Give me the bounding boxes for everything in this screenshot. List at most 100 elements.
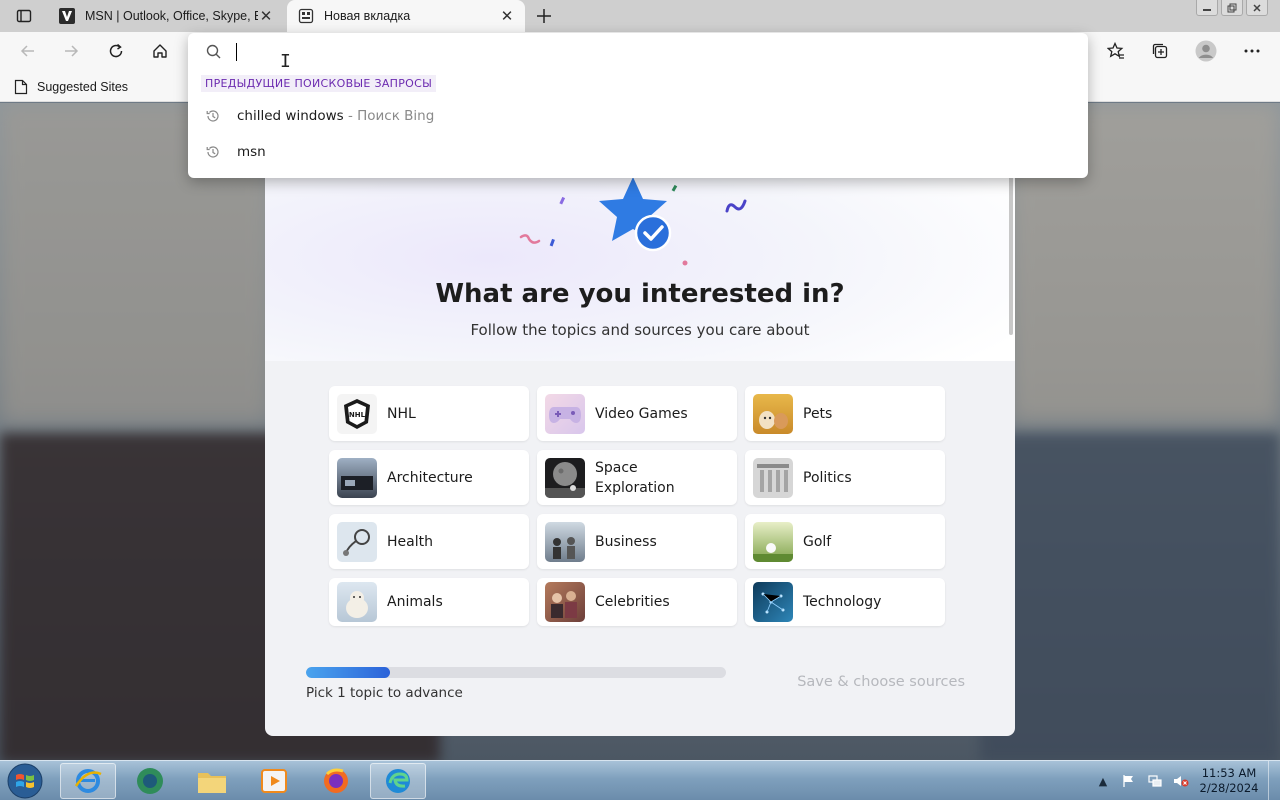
topic-card-animals[interactable]: Animals (329, 578, 529, 626)
topic-label: Space Exploration (595, 459, 675, 496)
golf-photo-icon (753, 521, 793, 562)
show-hidden-icons-chevron-icon[interactable]: ▲ (1095, 773, 1111, 789)
topic-card-business[interactable]: Business (537, 514, 737, 569)
business-photo-icon (545, 521, 585, 562)
media-player-icon (261, 769, 287, 793)
topic-card-golf[interactable]: Golf (745, 514, 945, 569)
text-caret (236, 43, 237, 61)
tab-title: MSN | Outlook, Office, Skype, Bi (85, 9, 258, 23)
dialog-subtitle: Follow the topics and sources you care a… (470, 321, 810, 339)
home-button[interactable] (146, 38, 174, 64)
taskbar-media-player[interactable] (246, 763, 302, 799)
suggestion-row[interactable]: msn (188, 135, 1088, 169)
taskbar-file-explorer[interactable] (184, 763, 240, 799)
close-icon (1253, 3, 1261, 12)
start-button[interactable] (3, 762, 47, 800)
topic-label: Architecture (387, 469, 473, 486)
suggestion-hint: - Поиск Bing (343, 108, 435, 124)
restore-button[interactable] (1221, 0, 1243, 16)
taskbar-internet-explorer[interactable] (60, 763, 116, 799)
minimize-button[interactable] (1196, 0, 1218, 16)
network-icon[interactable] (1147, 773, 1163, 789)
new-tab-button[interactable] (532, 4, 556, 28)
suggestion-row[interactable]: chilled windows - Поиск Bing (188, 99, 1088, 133)
topic-card-space-exploration[interactable]: Space Exploration (537, 450, 737, 505)
tab-title: Новая вкладка (324, 9, 411, 23)
dialog-scrollbar[interactable] (1009, 175, 1013, 335)
topic-card-celebrities[interactable]: Celebrities (537, 578, 737, 626)
topic-card-technology[interactable]: Technology (745, 578, 945, 626)
file-explorer-icon (198, 773, 226, 793)
media-center-icon (137, 768, 163, 794)
close-window-button[interactable] (1246, 0, 1268, 16)
avatar-icon (1195, 40, 1217, 62)
topic-label: Business (595, 533, 657, 550)
refresh-button[interactable] (102, 38, 130, 64)
technology-photo-icon (753, 582, 793, 622)
clock-time: 11:53 AM (1201, 766, 1257, 780)
svg-text:NHL: NHL (349, 411, 366, 419)
favorite-label: Suggested Sites (37, 80, 129, 94)
address-bar-dropdown: I ПРЕДЫДУЩИЕ ПОИСКОВЫЕ ЗАПРОСЫ chilled w… (188, 33, 1088, 178)
collections-button[interactable] (1146, 38, 1174, 64)
taskbar-media-center[interactable] (122, 763, 178, 799)
back-button[interactable] (14, 38, 42, 64)
show-desktop-button[interactable] (1268, 761, 1280, 800)
polar-bear-photo-icon (337, 582, 377, 622)
favorite-suggested-sites[interactable]: Suggested Sites (14, 76, 128, 98)
tab-new-tab[interactable]: Новая вкладка ✕ (287, 0, 525, 32)
topic-label: Technology (803, 594, 882, 610)
favorites-button[interactable] (1102, 38, 1130, 64)
pets-photo-icon (753, 393, 793, 434)
progress-text: Pick 1 topic to advance (306, 685, 463, 701)
topic-card-video-games[interactable]: Video Games (537, 386, 737, 441)
tab-actions-button[interactable] (8, 4, 40, 28)
history-icon (206, 110, 219, 122)
volume-muted-icon[interactable] (1173, 773, 1189, 789)
windows-orb-icon (7, 763, 43, 799)
save-choose-sources-button[interactable]: Save & choose sources (785, 674, 965, 690)
edge-icon (386, 769, 410, 793)
suggestion-text: chilled windows (237, 108, 344, 124)
progress-fill (306, 667, 390, 678)
system-tray: ▲ (1095, 761, 1189, 800)
topic-label: Animals (387, 594, 443, 610)
tab-actions-icon (16, 9, 32, 23)
dialog-title: What are you interested in? (435, 279, 845, 309)
recent-searches-header: ПРЕДЫДУЩИЕ ПОИСКОВЫЕ ЗАПРОСЫ (201, 75, 437, 92)
taskbar-firefox[interactable] (308, 763, 364, 799)
close-icon[interactable]: ✕ (258, 7, 274, 25)
topic-card-nhl[interactable]: NHL NHL (329, 386, 529, 441)
topics-grid: NHL NHL Video Games Pets Architecture Sp… (329, 386, 946, 631)
close-icon[interactable]: ✕ (499, 7, 515, 25)
home-icon (153, 44, 167, 58)
taskbar-clock[interactable]: 11:53 AM 2/28/2024 (1196, 766, 1262, 796)
firefox-icon (324, 768, 348, 793)
action-center-flag-icon[interactable] (1121, 773, 1137, 789)
forward-arrow-icon (65, 45, 79, 57)
back-arrow-icon (20, 45, 34, 57)
topic-card-health[interactable]: Health (329, 514, 529, 569)
architecture-photo-icon (337, 457, 377, 498)
celebrities-photo-icon (545, 582, 585, 622)
politics-photo-icon (753, 457, 793, 498)
tab-msn[interactable]: MSN | Outlook, Office, Skype, Bi ✕ (48, 0, 284, 32)
topic-card-politics[interactable]: Politics (745, 450, 945, 505)
taskbar: ▲ 11:53 AM 2/28/2024 (0, 760, 1280, 800)
profile-button[interactable] (1192, 38, 1220, 64)
confetti-decoration (519, 184, 747, 266)
new-tab-page-icon (297, 7, 315, 25)
taskbar-edge[interactable] (370, 763, 426, 799)
collections-icon (1152, 43, 1168, 59)
topic-card-architecture[interactable]: Architecture (329, 450, 529, 505)
interests-dialog: What are you interested in? Follow the t… (265, 103, 1015, 736)
topic-card-pets[interactable]: Pets (745, 386, 945, 441)
progress-bar (306, 667, 726, 678)
address-input[interactable] (188, 33, 1088, 71)
mouse-ibeam-cursor: I (280, 51, 291, 72)
forward-button[interactable] (57, 38, 85, 64)
settings-more-button[interactable] (1238, 38, 1266, 64)
page-icon (14, 79, 28, 95)
internet-explorer-icon (74, 769, 102, 793)
topic-label: Health (387, 533, 433, 550)
